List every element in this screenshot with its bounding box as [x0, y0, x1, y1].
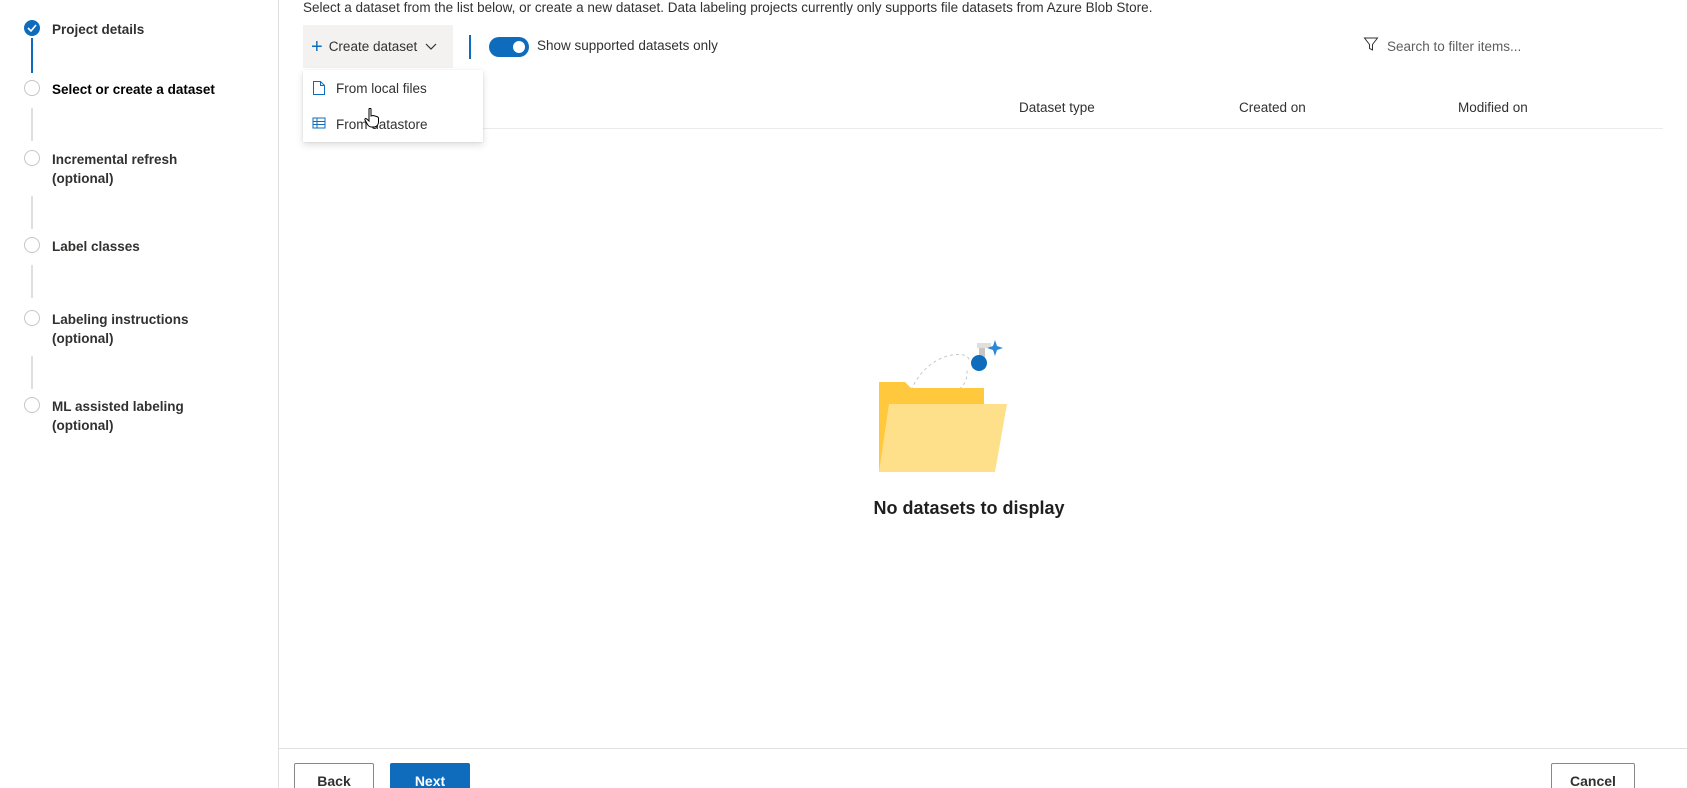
- supported-datasets-toggle[interactable]: [489, 37, 529, 57]
- file-icon: [312, 80, 326, 96]
- empty-state-title: No datasets to display: [873, 498, 1065, 518]
- back-button[interactable]: Back: [294, 763, 374, 788]
- step-circle-icon: [24, 80, 40, 96]
- cancel-button[interactable]: Cancel: [1551, 763, 1635, 788]
- step-connector: [31, 38, 33, 73]
- step-circle-icon: [24, 310, 40, 326]
- step-connector: [31, 356, 33, 389]
- step-label: Incremental refresh (optional): [52, 152, 178, 186]
- empty-folder-illustration: [879, 340, 1007, 472]
- column-modified-on[interactable]: Modified on: [1458, 100, 1528, 115]
- menu-item-label: From datastore: [336, 116, 428, 132]
- step-connector: [31, 196, 33, 229]
- plus-icon: +: [311, 35, 323, 58]
- menu-item-label: From local files: [336, 80, 427, 96]
- column-created-on[interactable]: Created on: [1239, 100, 1306, 115]
- create-dataset-button[interactable]: + Create dataset: [303, 25, 453, 68]
- column-dataset-type[interactable]: Dataset type: [1019, 100, 1095, 115]
- app-root: Project details Select or create a datas…: [0, 0, 1687, 788]
- step-connector: [31, 108, 33, 141]
- command-separator: [469, 35, 471, 59]
- checkmark-icon: [24, 20, 40, 36]
- search-input[interactable]: [1387, 38, 1587, 54]
- hand-cursor-icon: [364, 107, 380, 133]
- step-circle-icon: [24, 397, 40, 413]
- create-dataset-menu: From local files From datastore: [303, 70, 483, 142]
- empty-state: No datasets to display: [839, 330, 1099, 530]
- filter-icon: [1363, 36, 1379, 57]
- wizard-footer: Back Next Cancel: [279, 748, 1687, 788]
- chevron-down-icon: [425, 39, 437, 54]
- menu-item-from-local-files[interactable]: From local files: [303, 70, 483, 106]
- step-connector: [31, 265, 33, 298]
- step-circle-icon: [24, 237, 40, 253]
- page-description: Select a dataset from the list below, or…: [303, 0, 1153, 15]
- filter-search-box[interactable]: [1363, 33, 1603, 59]
- step-label: Select or create a dataset: [52, 82, 215, 97]
- step-label: Label classes: [52, 239, 140, 254]
- wizard-stepper: Project details Select or create a datas…: [0, 0, 279, 788]
- step-label: Labeling instructions (optional): [52, 312, 189, 346]
- step-label: Project details: [52, 22, 145, 37]
- table-icon: [312, 116, 326, 132]
- main-panel: Select a dataset from the list below, or…: [279, 0, 1687, 748]
- create-dataset-label: Create dataset: [328, 39, 418, 54]
- menu-item-from-datastore[interactable]: From datastore: [303, 106, 483, 142]
- next-button[interactable]: Next: [390, 763, 470, 788]
- step-label: ML assisted labeling (optional): [52, 399, 184, 433]
- step-circle-icon: [24, 150, 40, 166]
- datasets-table-header: Dataset type Created on Modified on: [303, 90, 1663, 129]
- toggle-knob: [513, 41, 525, 53]
- toggle-label: Show supported datasets only: [537, 38, 718, 53]
